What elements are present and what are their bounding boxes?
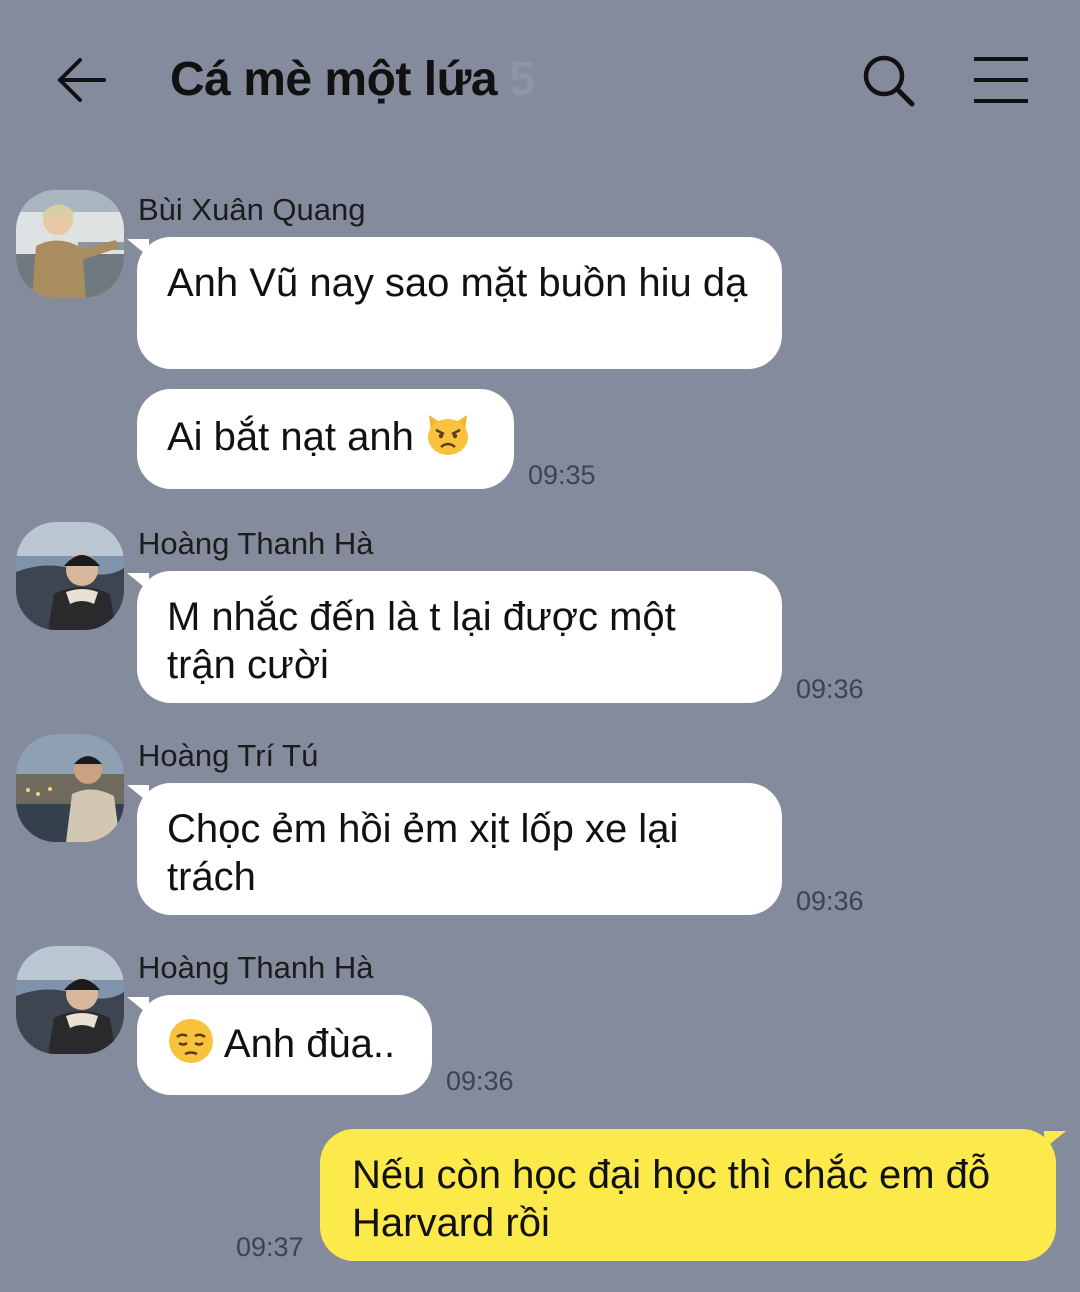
chat-header: Cá mè một lứa 5 [0, 0, 1080, 160]
message-bubble[interactable]: Anh đùa.. [127, 995, 432, 1095]
message-text: Anh đùa.. [223, 1022, 396, 1067]
message-time: 09:37 [236, 1232, 304, 1262]
sender-name: Hoàng Thanh Hà [138, 526, 374, 561]
avatar[interactable] [16, 190, 124, 298]
group-name: Cá mè một lứa [170, 53, 498, 106]
avatar[interactable] [16, 522, 124, 630]
avatar[interactable] [16, 734, 124, 842]
sender-name: Hoàng Thanh Hà [138, 950, 374, 985]
pouting-cat-emoji [425, 411, 471, 468]
message-text: Nếu còn học đại học thì chắc em đỗ Harva… [352, 1153, 991, 1245]
search-icon [863, 55, 915, 107]
avatar-photo [16, 522, 124, 630]
message-text: M nhắc đến là t lại được một trận cười [167, 595, 676, 687]
message-text: Anh Vũ nay sao mặt buồn hiu dạ [167, 261, 748, 305]
message-bubble[interactable]: Chọc ẻm hồi ẻm xịt lốp xe lại trách [127, 783, 782, 915]
message-time: 09:36 [446, 1066, 514, 1096]
message-time: 09:36 [796, 886, 864, 916]
sender-name: Hoàng Trí Tú [138, 738, 319, 773]
avatar-photo [16, 946, 124, 1054]
message-bubble[interactable]: M nhắc đến là t lại được một trận cười [127, 571, 782, 703]
message-time: 09:35 [528, 460, 596, 490]
menu-button[interactable] [970, 54, 1034, 106]
message-time: 09:36 [796, 674, 864, 704]
avatar[interactable] [16, 946, 124, 1054]
message-bubble[interactable]: Ai bắt nạt anh [137, 389, 514, 489]
member-count: 5 [509, 53, 536, 106]
chat-title: Cá mè một lứa 5 [170, 52, 536, 107]
message-bubble[interactable]: Anh Vũ nay sao mặt buồn hiu dạ [127, 237, 782, 369]
avatar-photo [16, 190, 124, 298]
hamburger-menu-icon [974, 57, 1028, 103]
message-text: Chọc ẻm hồi ẻm xịt lốp xe lại trách [167, 807, 679, 899]
outgoing-message-bubble[interactable]: Nếu còn học đại học thì chắc em đỗ Harva… [320, 1129, 1066, 1261]
pensive-face-emoji [167, 1017, 215, 1076]
message-text: Ai bắt nạt anh [167, 415, 414, 460]
search-button[interactable] [858, 50, 920, 112]
back-button[interactable] [52, 52, 112, 112]
avatar-photo [16, 734, 124, 842]
sender-name: Bùi Xuân Quang [138, 192, 366, 227]
arrow-left-icon [58, 58, 106, 102]
